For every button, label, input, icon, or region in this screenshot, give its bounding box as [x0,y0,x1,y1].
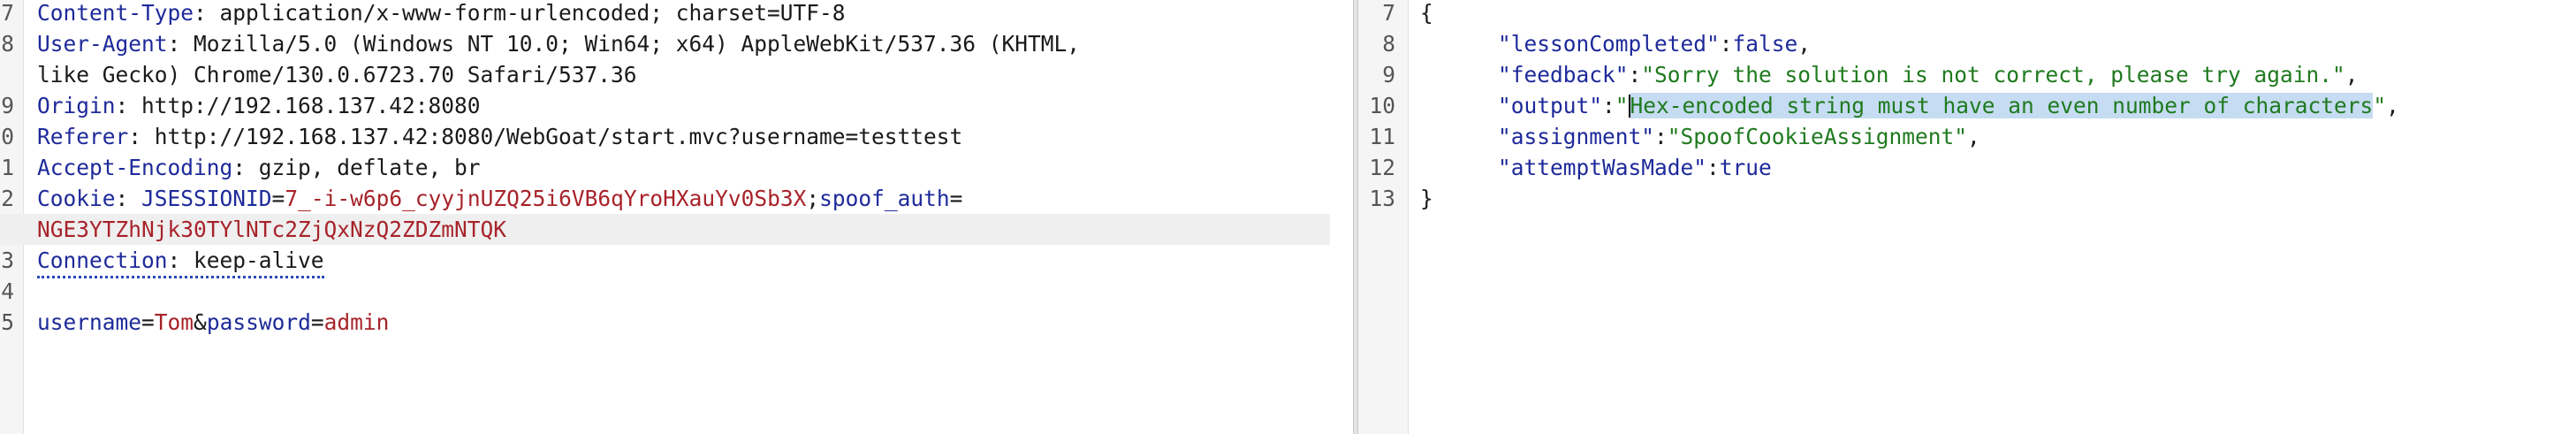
cookie-name-jsessionid: JSESSIONID [141,186,272,211]
request-line: 8 User-Agent: Mozilla/5.0 (Windows NT 10… [0,28,1353,59]
param-name: username [37,309,142,335]
line-number: 11 [1369,124,1395,149]
param-value: admin [323,309,390,335]
json-value: true [1719,155,1772,180]
json-key: "attemptWasMade" [1498,155,1707,180]
header-value: http://192.168.137.42:8080/WebGoat/start… [154,124,963,149]
response-line: 11 "assignment":"SpoofCookieAssignment", [1358,121,2576,152]
header-separator: : [167,247,194,273]
cookie-value-jsessionid: 7_-i-w6p6_cyyjnUZQ25i6VB6qYroHXauYv0Sb3X [285,186,807,211]
header-separator: : [232,155,259,180]
header-value: application/x-www-form-urlencoded; chars… [219,0,846,26]
json-quote: " [1615,93,1629,118]
response-line: 8 "lessonCompleted":false, [1358,28,2576,59]
header-name: Cookie [37,186,116,211]
header-name: Referer [37,124,129,149]
line-number: 9 [1,93,14,118]
header-value: Mozilla/5.0 (Windows NT 10.0; Win64; x64… [194,31,1081,57]
line-number: 4 [1,278,14,304]
response-line: 7 { [1358,0,2576,28]
json-value: "Sorry the solution is not correct, plea… [1641,62,2345,88]
header-separator: : [167,31,194,57]
selected-text[interactable]: Hex-encoded string must have an even num… [1630,93,2374,118]
json-key: "feedback" [1498,62,1629,88]
line-number: 9 [1382,62,1395,88]
json-key: "lessonCompleted" [1498,31,1720,57]
line-number: 10 [1369,93,1395,118]
request-line: 1 Accept-Encoding: gzip, deflate, br [0,152,1353,183]
header-name: Content-Type [37,0,194,26]
response-line: 12 "attemptWasMade":true [1358,152,2576,183]
json-value: "SpoofCookieAssignment" [1667,124,1968,149]
header-separator: : [115,186,142,211]
request-line-body: 5 username=Tom&password=admin [0,307,1353,338]
json-quote: " [2373,93,2387,118]
header-value: gzip, deflate, br [258,155,481,180]
line-number: 2 [1,186,14,211]
cookie-value-spoof-auth: NGE3YTZhNjk30TYlNTc2ZjQxNzQ2ZDZmNTQK [37,217,507,242]
json-key: "assignment" [1498,124,1655,149]
header-separator: : [128,124,155,149]
response-line: 9 "feedback":"Sorry the solution is not … [1358,59,2576,90]
header-value-continuation: like Gecko) Chrome/130.0.6723.70 Safari/… [37,62,637,88]
line-number: 8 [1,31,14,57]
line-number: 13 [1369,186,1395,211]
cookie-name-spoof-auth: spoof_auth [819,186,950,211]
line-number: 8 [1382,31,1395,57]
response-line: 13 } [1358,183,2576,214]
request-line: 0 Referer: http://192.168.137.42:8080/We… [0,121,1353,152]
param-value: Tom [154,309,194,335]
line-number: 7 [1382,0,1395,26]
json-key: "output" [1498,93,1603,118]
header-name: Accept-Encoding [37,155,233,180]
response-line: 10 "output":"Hex-encoded string must hav… [1358,90,2576,121]
line-number: 3 [1,247,14,273]
request-line-wrapped: like Gecko) Chrome/130.0.6723.70 Safari/… [0,59,1353,90]
request-line: 7 Content-Type: application/x-www-form-u… [0,0,1353,28]
header-value: keep-alive [194,247,324,273]
header-separator: : [194,0,220,26]
response-editor[interactable]: 7 { 8 "lessonCompleted":false, 9 "feedba… [1358,0,2576,434]
json-brace-open: { [1420,0,1433,26]
request-line: 9 Origin: http://192.168.137.42:8080 [0,90,1353,121]
line-number: 7 [1,0,14,26]
request-line-cookie: 2 Cookie: JSESSIONID=7_-i-w6p6_cyyjnUZQ2… [0,183,1353,214]
json-brace-close: } [1420,186,1433,211]
line-number: 0 [1,124,14,149]
line-number: 12 [1369,155,1395,180]
header-name: User-Agent [37,31,168,57]
request-line: 3 Connection: keep-alive [0,245,1353,278]
request-line-empty: 4 [0,276,1353,307]
request-editor[interactable]: 7 Content-Type: application/x-www-form-u… [0,0,1353,434]
line-number: 5 [1,309,14,335]
json-value: false [1732,31,1798,57]
header-value: http://192.168.137.42:8080 [141,93,481,118]
header-name: Connection [37,247,168,273]
request-line-cookie-continued: NGE3YTZhNjk30TYlNTc2ZjQxNzQ2ZDZmNTQK [0,214,1330,245]
param-name: password [206,309,311,335]
header-separator: : [115,93,142,118]
line-number: 1 [1,155,14,180]
header-name: Origin [37,93,116,118]
